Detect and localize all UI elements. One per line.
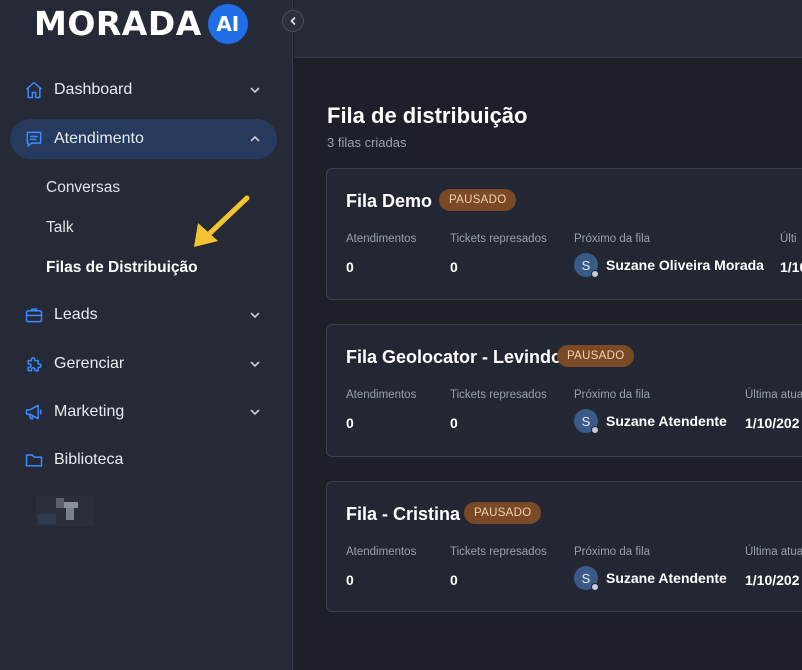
atendimentos-label: Atendimentos [346, 233, 417, 245]
tickets-value: 0 [450, 415, 458, 431]
atendimentos-label: Atendimentos [346, 389, 417, 401]
next-in-queue: S Suzane Oliveira Morada [574, 253, 764, 278]
avatar: S [574, 253, 599, 278]
avatar-initial: S [581, 413, 591, 429]
tickets-value: 0 [450, 259, 458, 275]
proximo-label: Próximo da fila [574, 546, 651, 558]
blurred-element [36, 496, 94, 526]
chevron-down-icon[interactable] [247, 356, 263, 372]
chat-icon [22, 127, 46, 151]
queue-name: Fila Demo [346, 191, 433, 211]
chevron-down-icon[interactable] [247, 82, 263, 98]
sidebar-item-label: Gerenciar [54, 355, 125, 372]
ultima-label: Últi [780, 233, 797, 245]
ultima-label: Última atua [745, 389, 802, 401]
briefcase-icon [22, 303, 46, 327]
sidebar-item-gerenciar[interactable]: Gerenciar [10, 344, 277, 384]
sidebar-item-label: Marketing [54, 403, 125, 420]
atendimentos-label: Atendimentos [346, 546, 417, 558]
status-dot [591, 426, 599, 434]
next-person-name: Suzane Atendente [606, 413, 727, 429]
proximo-label: Próximo da fila [574, 389, 651, 401]
status-badge: PAUSADO [464, 502, 542, 524]
sidebar: MORADA AI Dashboard Atendimento Conversa… [0, 0, 293, 670]
queue-card[interactable]: Fila Geolocator - Levindo PAUSADO Atendi… [326, 324, 802, 457]
ultima-value: 1/10 [780, 259, 802, 275]
ultima-value: 1/10/202 [745, 415, 800, 431]
sidebar-item-leads[interactable]: Leads [10, 295, 277, 335]
chevron-left-icon [290, 17, 296, 25]
status-dot [591, 583, 599, 591]
chevron-down-icon[interactable] [247, 404, 263, 420]
sidebar-subitem-conversas[interactable]: Conversas [46, 179, 120, 197]
queue-card[interactable]: Fila - Cristina PAUSADO Atendimentos Tic… [326, 481, 802, 612]
atendimentos-value: 0 [346, 415, 354, 431]
sidebar-subitem-talk[interactable]: Talk [46, 219, 74, 237]
sidebar-item-label: Atendimento [54, 130, 144, 147]
sidebar-item-label: Biblioteca [54, 451, 124, 468]
brand-logo[interactable]: MORADA AI [34, 4, 248, 44]
avatar: S [574, 409, 599, 434]
status-badge: PAUSADO [557, 345, 635, 367]
chevron-up-icon[interactable] [247, 131, 263, 147]
page-title: Fila de distribuição [327, 103, 528, 128]
proximo-label: Próximo da fila [574, 233, 651, 245]
collapse-sidebar-button[interactable] [282, 10, 304, 32]
ultima-label: Última atua [745, 546, 802, 558]
megaphone-icon [22, 400, 46, 424]
tickets-label: Tickets represados [450, 233, 547, 245]
status-badge: PAUSADO [439, 189, 517, 211]
queue-card[interactable]: Fila Demo PAUSADO Atendimentos Tickets r… [326, 168, 802, 300]
chevron-down-icon[interactable] [247, 307, 263, 323]
annotation-arrow-icon [194, 195, 250, 247]
page-subtitle: 3 filas criadas [327, 135, 407, 150]
next-person-name: Suzane Oliveira Morada [606, 257, 764, 273]
status-dot [591, 270, 599, 278]
home-icon [22, 78, 46, 102]
tickets-label: Tickets represados [450, 389, 547, 401]
next-person-name: Suzane Atendente [606, 570, 727, 586]
avatar-initial: S [581, 570, 591, 586]
sidebar-item-label: Dashboard [54, 81, 133, 98]
tickets-value: 0 [450, 572, 458, 588]
avatar-initial: S [581, 257, 591, 273]
queue-name: Fila Geolocator - Levindo [346, 347, 563, 367]
brand-name: MORADA [34, 4, 202, 43]
top-bar [294, 0, 802, 58]
tickets-label: Tickets represados [450, 546, 547, 558]
queue-name: Fila - Cristina [346, 504, 461, 524]
sidebar-item-atendimento[interactable]: Atendimento [10, 119, 277, 159]
next-in-queue: S Suzane Atendente [574, 566, 727, 591]
avatar: S [574, 566, 599, 591]
next-in-queue: S Suzane Atendente [574, 409, 727, 434]
sidebar-item-dashboard[interactable]: Dashboard [10, 70, 277, 110]
folder-icon [22, 448, 46, 472]
sidebar-item-biblioteca[interactable]: Biblioteca [10, 440, 277, 480]
sidebar-subitem-filas-de-distribuicao[interactable]: Filas de Distribuição [46, 259, 198, 277]
brand-ai-badge: AI [207, 4, 248, 44]
sidebar-item-marketing[interactable]: Marketing [10, 392, 277, 432]
ultima-value: 1/10/202 [745, 572, 800, 588]
atendimentos-value: 0 [346, 259, 354, 275]
puzzle-icon [22, 352, 46, 376]
atendimentos-value: 0 [346, 572, 354, 588]
sidebar-item-label: Leads [54, 306, 98, 323]
